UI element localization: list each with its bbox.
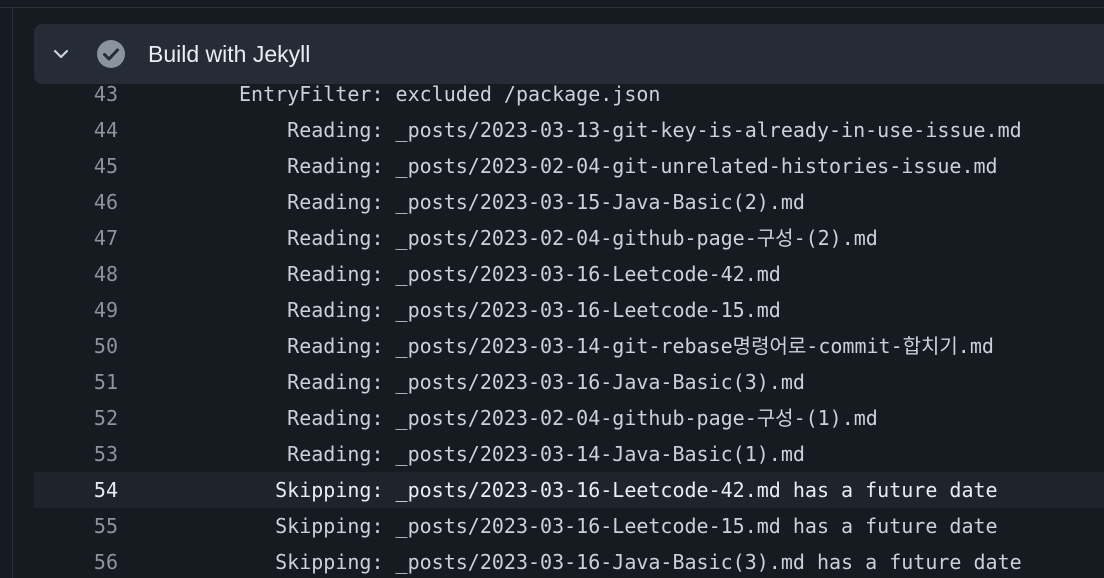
log-text: Skipping: _posts/2023-03-16-Leetcode-15.… [239,514,998,538]
log-line[interactable]: 48 Reading: _posts/2023-03-16-Leetcode-4… [34,256,1104,292]
line-number[interactable]: 46 [34,184,118,220]
log-line[interactable]: 47 Reading: _posts/2023-02-04-github-pag… [34,220,1104,256]
log-text: Reading: _posts/2023-03-14-Java-Basic(1)… [239,442,805,466]
log-text: Skipping: _posts/2023-03-16-Leetcode-42.… [239,478,998,502]
line-number[interactable]: 55 [34,508,118,544]
line-number[interactable]: 56 [34,544,118,578]
left-divider [12,8,13,578]
log-text: Reading: _posts/2023-03-16-Java-Basic(3)… [239,370,805,394]
log-line[interactable]: 49 Reading: _posts/2023-03-16-Leetcode-1… [34,292,1104,328]
log-text: Reading: _posts/2023-03-16-Leetcode-42.m… [239,262,781,286]
line-number[interactable]: 45 [34,148,118,184]
log-text: Skipping: _posts/2023-03-16-Java-Basic(3… [239,550,1022,574]
log-line[interactable]: 53 Reading: _posts/2023-03-14-Java-Basic… [34,436,1104,472]
line-number[interactable]: 52 [34,400,118,436]
log-text: Reading: _posts/2023-03-15-Java-Basic(2)… [239,190,805,214]
log-text: Reading: _posts/2023-03-13-git-key-is-al… [239,118,1022,142]
step-title[interactable]: Build with Jekyll [148,38,310,70]
chevron-down-icon[interactable] [51,44,71,64]
workflow-log-panel: Build with Jekyll 43 EntryFilter: exclude… [0,0,1104,578]
line-number[interactable]: 47 [34,220,118,256]
log-text: Reading: _posts/2023-03-16-Leetcode-15.m… [239,298,781,322]
line-number[interactable]: 53 [34,436,118,472]
log-line[interactable]: 46 Reading: _posts/2023-03-15-Java-Basic… [34,184,1104,220]
log-line[interactable]: 51 Reading: _posts/2023-03-16-Java-Basic… [34,364,1104,400]
line-number[interactable]: 44 [34,112,118,148]
check-circle-icon [97,40,125,68]
log-text: Reading: _posts/2023-03-14-git-rebase명령어… [239,334,994,358]
log-line-highlighted[interactable]: 54 Skipping: _posts/2023-03-16-Leetcode-… [34,472,1104,508]
top-divider [0,7,1104,8]
line-number[interactable]: 54 [34,472,118,508]
log-text: Reading: _posts/2023-02-04-git-unrelated… [239,154,998,178]
log-line[interactable]: 45 Reading: _posts/2023-02-04-git-unrela… [34,148,1104,184]
line-number[interactable]: 43 [34,76,118,112]
log-line[interactable]: 50 Reading: _posts/2023-03-14-git-rebase… [34,328,1104,364]
log-line[interactable]: 55 Skipping: _posts/2023-03-16-Leetcode-… [34,508,1104,544]
log-line[interactable]: 52 Reading: _posts/2023-02-04-github-pag… [34,400,1104,436]
line-number[interactable]: 50 [34,328,118,364]
line-number[interactable]: 49 [34,292,118,328]
log-text: Reading: _posts/2023-02-04-github-page-구… [239,226,878,250]
log-line[interactable]: 56 Skipping: _posts/2023-03-16-Java-Basi… [34,544,1104,578]
log-line[interactable]: 43 EntryFilter: excluded /package.json [34,76,1104,112]
line-number[interactable]: 48 [34,256,118,292]
log-text: Reading: _posts/2023-02-04-github-page-구… [239,406,878,430]
log-text: EntryFilter: excluded /package.json [239,82,661,106]
log-output: 43 EntryFilter: excluded /package.json 44… [34,76,1104,578]
line-number[interactable]: 51 [34,364,118,400]
log-line[interactable]: 44 Reading: _posts/2023-03-13-git-key-is… [34,112,1104,148]
